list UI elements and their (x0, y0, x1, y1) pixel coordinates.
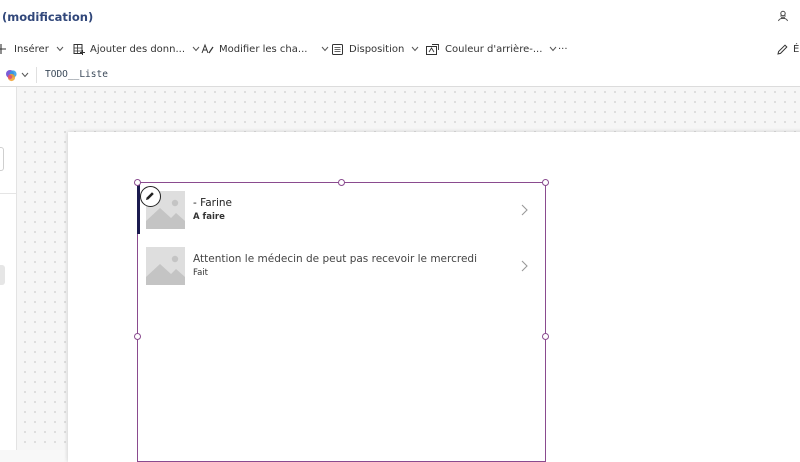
chevron-down-icon (411, 46, 419, 52)
background-color-button[interactable]: Couleur d'arrière-... (426, 42, 557, 56)
chevron-down-icon (192, 46, 200, 52)
image-icon (146, 255, 185, 285)
image-placeholder (146, 247, 185, 285)
resize-handle[interactable] (542, 333, 549, 340)
chevron-down-icon (56, 46, 64, 52)
layout-label: Disposition (349, 43, 405, 55)
edit-label: É (793, 43, 800, 55)
chevron-right-icon[interactable] (519, 204, 529, 216)
command-bar: Insérer Ajouter des donn... Modifier les… (0, 34, 800, 65)
insert-label: Insérer (14, 43, 49, 55)
modify-fields-label: Modifier les cha... (219, 43, 308, 55)
panel-divider (0, 193, 16, 194)
tree-view-panel (0, 87, 17, 450)
pencil-icon (146, 192, 154, 200)
panel-search-box[interactable] (0, 147, 4, 171)
share-icon[interactable] (777, 10, 789, 22)
panel-selected-item[interactable] (0, 265, 5, 285)
item-subtitle: Fait (193, 268, 209, 278)
formula-separator (36, 67, 37, 83)
chevron-down-icon (322, 46, 329, 52)
item-title: - Farine (193, 197, 232, 209)
resize-handle[interactable] (134, 179, 141, 186)
edit-button[interactable]: É (777, 42, 799, 56)
layout-icon (332, 43, 343, 55)
item-title: Attention le médecin de peut pas recevoi… (193, 253, 477, 265)
edit-template-button[interactable] (140, 186, 161, 207)
title-bar: (modification) (0, 0, 800, 35)
layout-button[interactable]: Disposition (332, 42, 419, 56)
app-title: (modification) (2, 10, 94, 24)
gallery-item[interactable]: Attention le médecin de peut pas recevoi… (146, 247, 538, 285)
modify-fields-button[interactable]: Modifier les cha... (201, 42, 329, 56)
item-subtitle: A faire (193, 212, 225, 222)
more-label: ··· (558, 43, 568, 55)
resize-handle[interactable] (338, 179, 345, 186)
background-color-label: Couleur d'arrière-... (445, 43, 543, 55)
fields-icon (201, 43, 214, 54)
resize-handle[interactable] (542, 179, 549, 186)
resize-handle[interactable] (134, 333, 141, 340)
copilot-icon[interactable] (5, 69, 18, 82)
insert-button[interactable]: Insérer (0, 42, 64, 56)
database-icon (73, 44, 85, 55)
background-color-icon (426, 43, 439, 55)
formula-input[interactable]: TODO__Liste (45, 69, 108, 80)
gallery-item[interactable]: - Farine A faire (146, 191, 538, 229)
chevron-right-icon[interactable] (519, 260, 529, 272)
pencil-icon (777, 43, 788, 55)
more-options-button[interactable]: ··· (558, 42, 568, 56)
add-data-label: Ajouter des donn... (90, 43, 186, 55)
formula-bar: TODO__Liste (0, 64, 800, 87)
plus-icon (0, 44, 6, 54)
add-data-button[interactable]: Ajouter des donn... (73, 42, 200, 56)
chevron-down-icon (550, 46, 557, 52)
chevron-down-icon[interactable] (21, 72, 29, 78)
